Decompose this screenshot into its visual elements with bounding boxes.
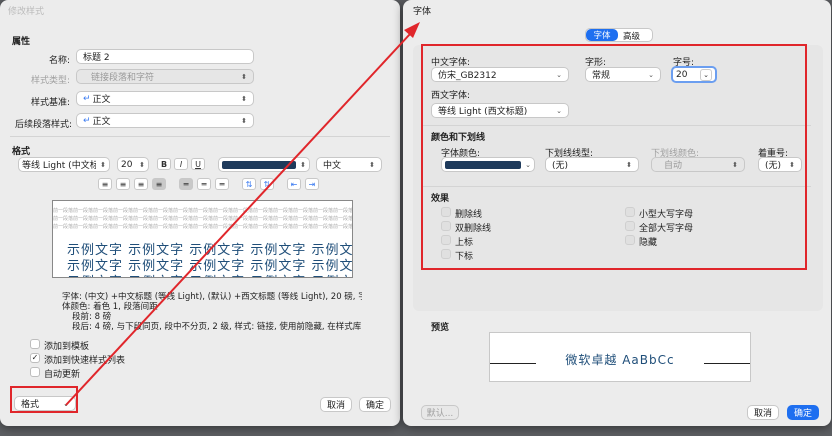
add-to-template-label: 添加到模板 — [44, 342, 90, 352]
chevron-updown-icon: ⬍ — [139, 160, 145, 169]
description-line: 体颜色: 着色 1, 段落间距 — [62, 302, 158, 312]
chevron-updown-icon: ⬍ — [241, 94, 247, 103]
default-button[interactable]: 默认... — [421, 405, 459, 420]
font-color-select[interactable]: ⬍ — [218, 157, 310, 172]
decrease-indent-icon[interactable]: ⇤ — [287, 178, 301, 190]
spacing-before-icon[interactable]: ⇅ — [242, 178, 256, 190]
add-to-template-checkbox[interactable] — [30, 339, 40, 349]
line-spacing-single-icon[interactable]: ═ — [179, 178, 193, 190]
font-select[interactable]: 等线 Light (中文标题)⬍ — [18, 157, 110, 172]
properties-heading: 属性 — [12, 37, 31, 47]
chevron-updown-icon: ⬍ — [369, 160, 375, 169]
script-select[interactable]: 中文 ⬍ — [316, 157, 382, 172]
chevron-updown-icon: ⬍ — [241, 116, 247, 125]
tab-advanced[interactable]: 高级 — [623, 30, 640, 42]
underline-button[interactable]: U — [191, 158, 205, 170]
annotation-highlight-box — [10, 386, 78, 413]
tab-font[interactable]: 字体 — [586, 29, 618, 41]
divider — [10, 136, 390, 137]
italic-button[interactable]: I — [174, 158, 188, 170]
cancel-button[interactable]: 取消 — [320, 397, 352, 412]
preview-prev-paragraph: 前一段落前一段落前一段落前一段落前一段落前一段落前一段落前一段落前一段落前一段落… — [53, 208, 352, 214]
add-to-quick-styles-checkbox[interactable]: ✓ — [30, 353, 40, 363]
line-spacing-onehalf-icon[interactable]: ═ — [197, 178, 211, 190]
name-field[interactable]: 标题 2 — [76, 49, 254, 64]
auto-update-checkbox[interactable] — [30, 367, 40, 377]
annotation-highlight-box — [421, 44, 807, 270]
next-style-select[interactable]: ↵ 正文 ⬍ — [76, 113, 254, 128]
description-line: 字体: (中文) +中文标题 (等线 Light), (默认) +西文标题 (等… — [62, 292, 362, 302]
align-left-icon[interactable]: ≡ — [98, 178, 112, 190]
cancel-button[interactable]: 取消 — [747, 405, 779, 420]
color-swatch — [222, 160, 297, 169]
preview-prev-paragraph: 前一段落前一段落前一段落前一段落前一段落前一段落前一段落前一段落前一段落前一段落… — [53, 224, 352, 230]
preview-prev-paragraph: 前一段落前一段落前一段落前一段落前一段落前一段落前一段落前一段落前一段落前一段落… — [53, 216, 352, 222]
next-style-label: 后续段落样式: — [14, 120, 72, 130]
name-label: 名称: — [48, 56, 70, 66]
dialog-title: 字体 — [413, 7, 432, 17]
line-spacing-double-icon[interactable]: ═ — [215, 178, 229, 190]
bold-button[interactable]: B — [157, 158, 171, 170]
style-type-select[interactable]: 链接段落和字符 ⬍ — [76, 69, 254, 84]
dialog-title: 修改样式 — [8, 7, 45, 17]
auto-update-label: 自动更新 — [44, 370, 81, 380]
based-on-select[interactable]: ↵ 正文 ⬍ — [76, 91, 254, 106]
increase-indent-icon[interactable]: ⇥ — [305, 178, 319, 190]
align-center-icon[interactable]: ≡ — [116, 178, 130, 190]
baseline-right — [704, 363, 750, 364]
modify-style-dialog: 修改样式 属性 名称: 标题 2 样式类型: 链接段落和字符 ⬍ 样式基准: ↵ 正… — [0, 0, 400, 426]
align-justify-icon[interactable]: ≡ — [152, 178, 166, 190]
align-right-icon[interactable]: ≡ — [134, 178, 148, 190]
format-heading: 格式 — [12, 147, 31, 157]
based-on-label: 样式基准: — [30, 98, 70, 108]
description-line: 段前: 8 磅 — [72, 312, 112, 322]
paragraph-icon: ↵ — [83, 115, 91, 126]
add-to-quick-styles-label: 添加到快速样式列表 — [44, 356, 126, 366]
ok-button[interactable]: 确定 — [359, 397, 391, 412]
preview-text: 微软卓越 AaBbCc — [565, 353, 675, 367]
style-description: 字体: (中文) +中文标题 (等线 Light), (默认) +西文标题 (等… — [62, 292, 362, 332]
preview-sample-text: 示例文字 示例文字 示例文字 示例文字 示例文字 — [67, 271, 352, 277]
style-type-label: 样式类型: — [30, 76, 70, 86]
chevron-updown-icon: ⬍ — [241, 72, 247, 81]
ok-button[interactable]: 确定 — [787, 405, 819, 420]
style-preview: 前一段落前一段落前一段落前一段落前一段落前一段落前一段落前一段落前一段落前一段落… — [52, 200, 353, 278]
chevron-updown-icon: ⬍ — [100, 160, 106, 169]
description-line: 段后: 4 磅, 与下段同页, 段中不分页, 2 级, 样式: 链接, 使用前隐… — [72, 322, 362, 332]
chevron-updown-icon: ⬍ — [300, 160, 306, 169]
preview-heading: 预览 — [431, 323, 450, 333]
size-select[interactable]: 20 ⬍ — [117, 157, 149, 172]
spacing-after-icon[interactable]: ⇅ — [260, 178, 274, 190]
paragraph-icon: ↵ — [83, 93, 91, 104]
font-preview-box: 微软卓越 AaBbCc — [489, 332, 751, 382]
